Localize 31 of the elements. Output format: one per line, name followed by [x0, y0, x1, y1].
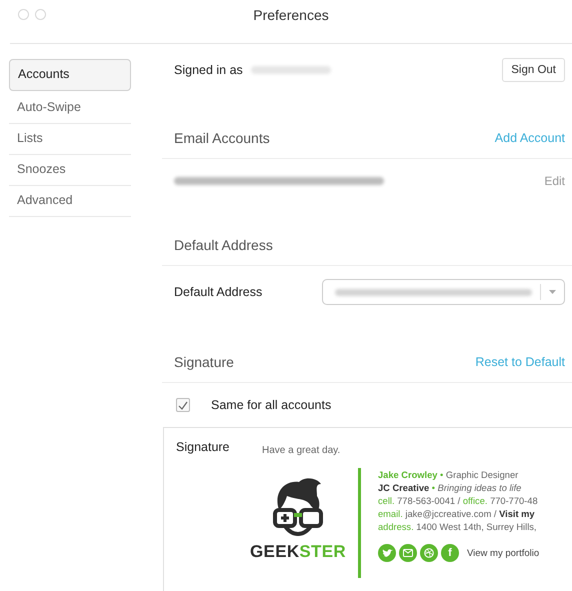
bird-icon[interactable]: [378, 544, 396, 562]
checkbox[interactable]: [176, 398, 190, 412]
envelope-icon[interactable]: [399, 544, 417, 562]
address-dropdown[interactable]: [322, 279, 565, 305]
logo-wordmark: GEEKSTER: [250, 542, 346, 562]
signature-line: cell. 778-563-0041 / office. 770-770-48: [378, 495, 539, 508]
default-address-label: Default Address: [174, 285, 264, 299]
signature-line: JC Creative • Bringing ideas to life: [378, 482, 522, 495]
signature-line: email. jake@jccreative.com / Visit my: [378, 508, 536, 521]
window-control-button[interactable]: [18, 9, 29, 20]
checkbox-label: Same for all accounts: [211, 398, 332, 412]
signature-line: address. 1400 West 14th, Surrey Hills,: [378, 521, 538, 534]
window-title: Preferences: [253, 6, 329, 22]
signature-label: Signature: [176, 440, 231, 454]
greeting-text: Have a great day.: [262, 445, 340, 456]
signed-in-label: Signed in as: [174, 63, 243, 77]
sidebar-item[interactable]: Auto-Swipe: [9, 93, 131, 124]
portfolio-link[interactable]: View my portfolio: [467, 546, 540, 560]
ball-icon[interactable]: [420, 544, 438, 562]
sidebar-item[interactable]: Advanced: [9, 186, 131, 217]
sign-out-button[interactable]: Sign Out: [502, 58, 565, 82]
section-heading: Signature: [174, 354, 234, 370]
signature-line: Jake Crowley • Graphic Designer: [378, 469, 520, 482]
caret-icon: [549, 290, 556, 294]
sidebar-item[interactable]: Snoozes: [9, 155, 131, 186]
signature-editor[interactable]: [163, 427, 572, 591]
section-heading: Default Address: [174, 237, 273, 253]
sidebar-item[interactable]: Lists: [9, 124, 131, 155]
window-control-button[interactable]: [35, 9, 46, 20]
section-heading: Email Accounts: [174, 130, 270, 146]
sidebar-item[interactable]: Accounts: [9, 59, 131, 91]
